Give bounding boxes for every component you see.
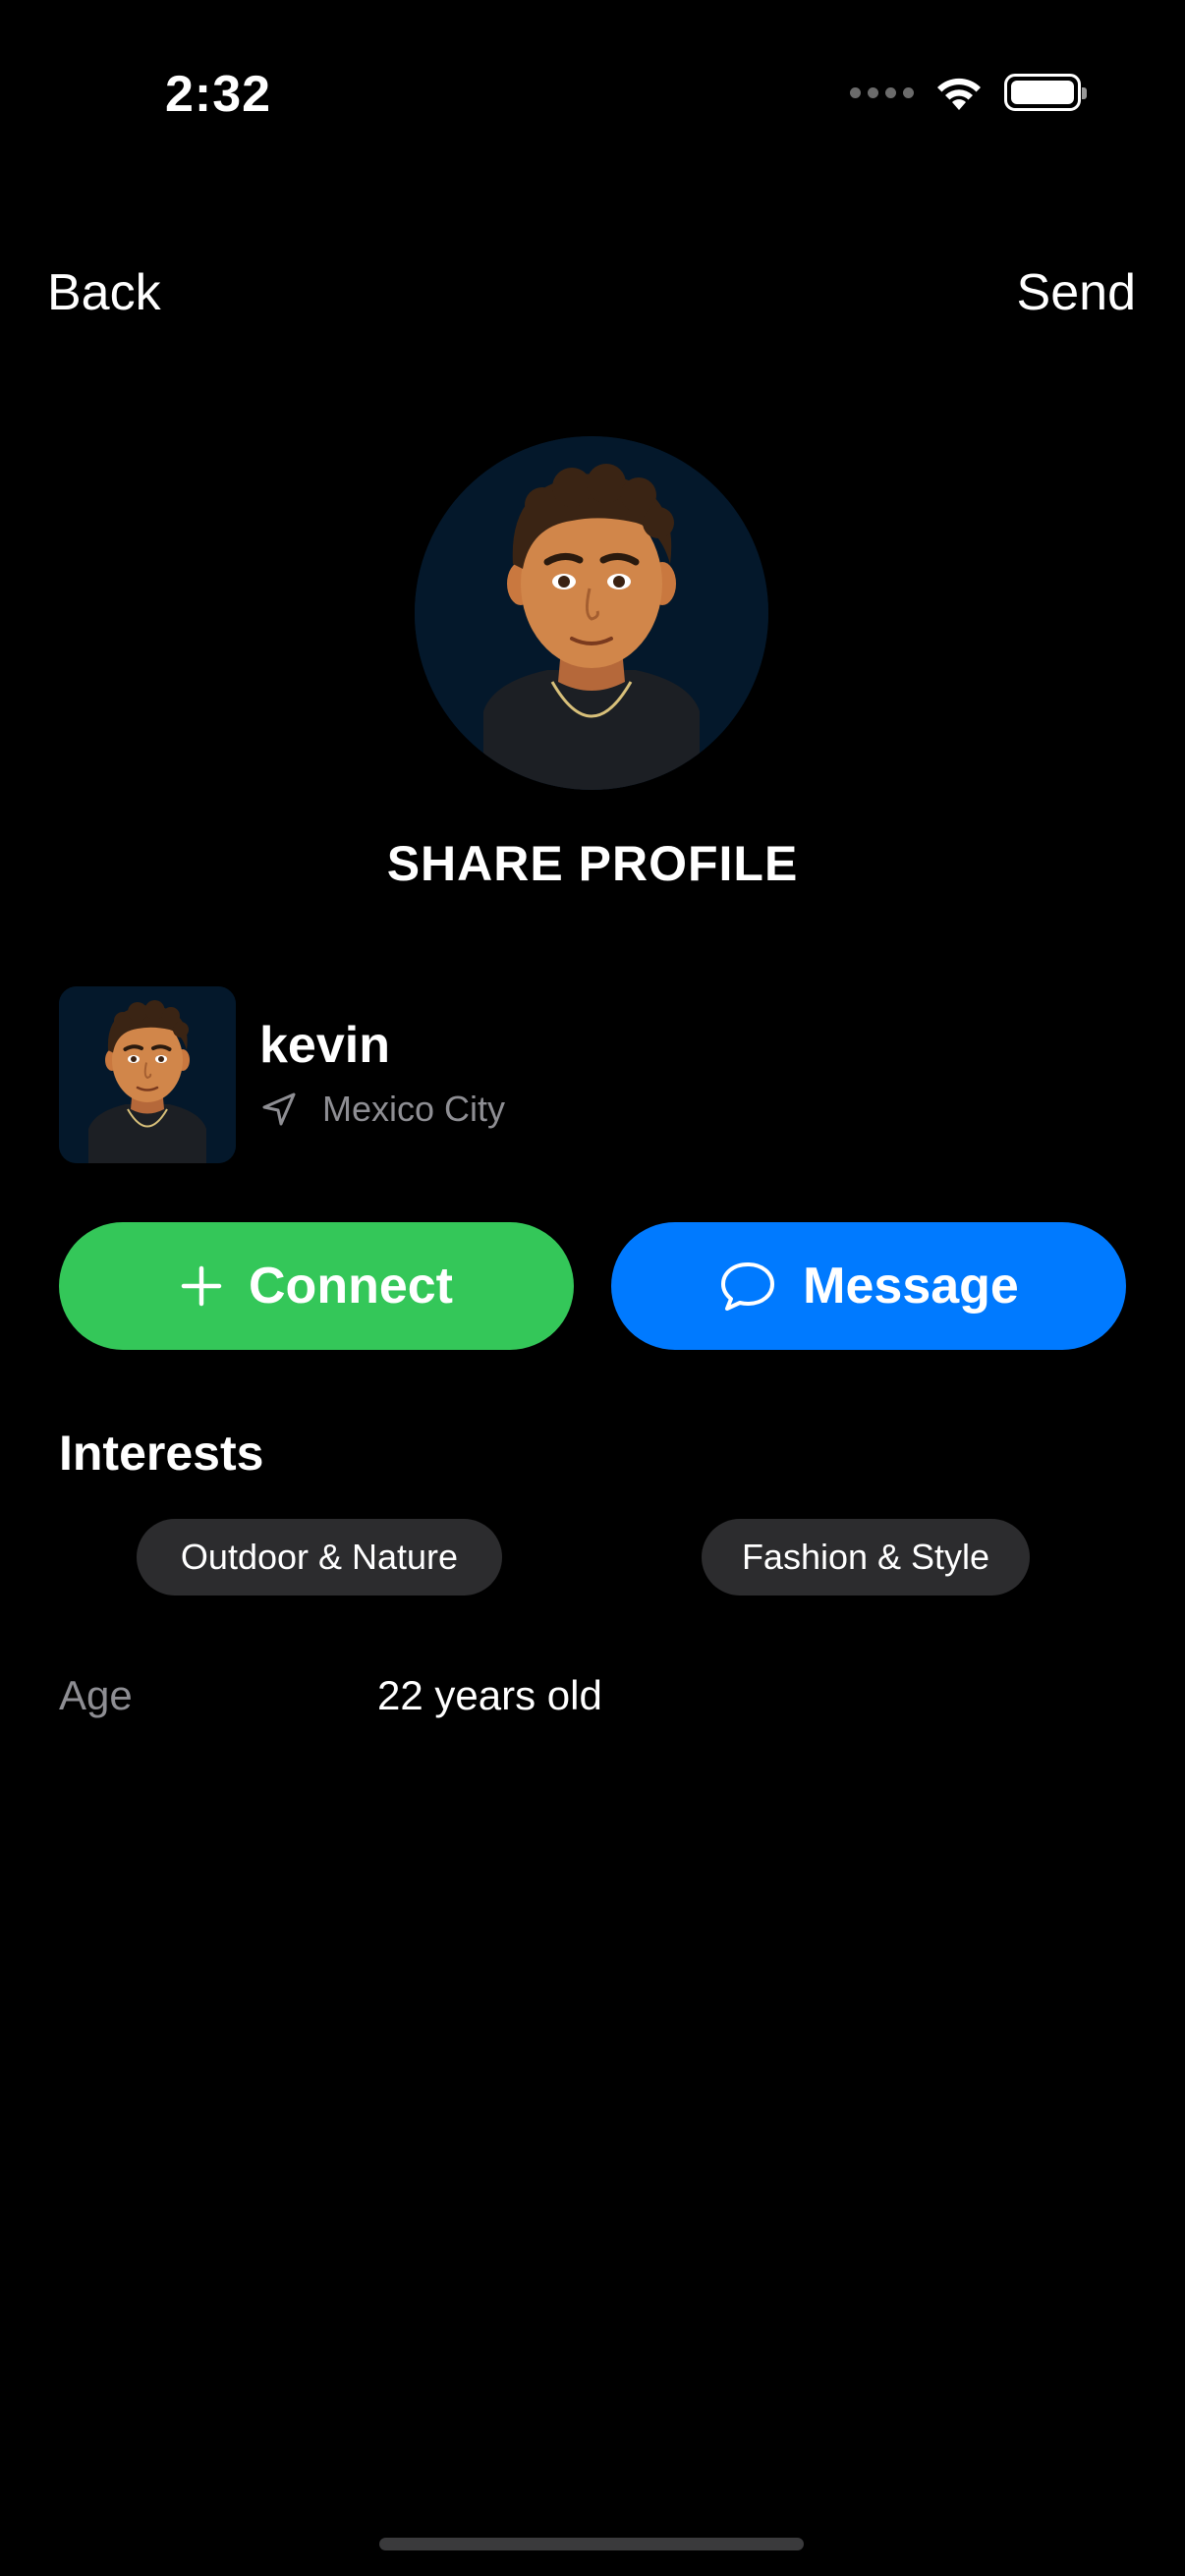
home-indicator[interactable]: [379, 2538, 804, 2550]
profile-avatar-small: [59, 986, 236, 1163]
plus-icon: [181, 1265, 222, 1307]
back-button[interactable]: Back: [47, 263, 161, 322]
location-row: Mexico City: [259, 1089, 505, 1130]
connect-button-label: Connect: [249, 1258, 453, 1315]
interest-chip: Fashion & Style: [702, 1519, 1030, 1596]
wifi-icon: [937, 78, 981, 110]
chat-bubble-icon: [721, 1262, 775, 1311]
send-button[interactable]: Send: [1017, 263, 1136, 322]
connect-button[interactable]: Connect: [59, 1222, 574, 1350]
page-title: SHARE PROFILE: [386, 836, 799, 891]
avatar-illustration: [415, 436, 768, 790]
location-text: Mexico City: [322, 1089, 506, 1129]
cellular-signal-icon: [850, 86, 914, 98]
battery-icon: [1004, 74, 1087, 111]
location-arrow-icon: [262, 1092, 296, 1126]
interests-title: Interests: [59, 1426, 264, 1481]
message-button[interactable]: Message: [611, 1222, 1126, 1350]
avatar-illustration: [59, 986, 236, 1163]
profile-avatar-large: [415, 436, 768, 790]
status-icons: [850, 73, 1087, 112]
interest-chip: Outdoor & Nature: [137, 1519, 502, 1596]
share-profile-screen: 2:32 Back Send SHARE PROFILE kevin Mexic…: [0, 0, 1185, 2576]
age-value: 22 years old: [377, 1672, 602, 1718]
age-label: Age: [59, 1672, 133, 1718]
status-time: 2:32: [165, 66, 272, 123]
profile-name: kevin: [259, 1017, 390, 1074]
message-button-label: Message: [803, 1258, 1019, 1315]
